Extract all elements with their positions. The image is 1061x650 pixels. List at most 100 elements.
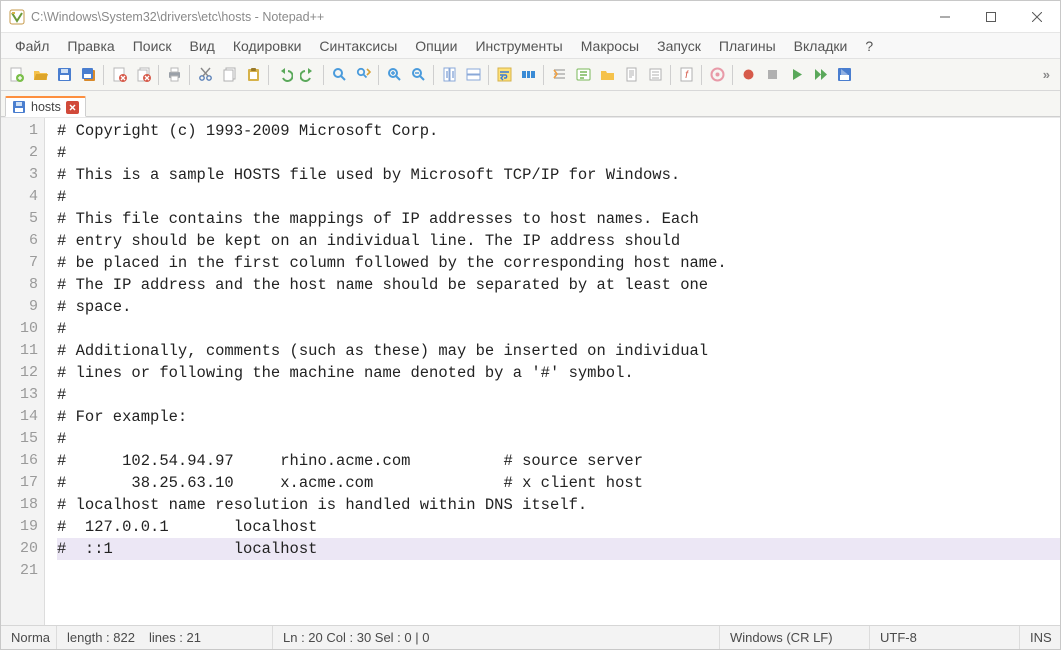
toolbar-separator [378, 65, 379, 85]
tab-label: hosts [31, 100, 61, 114]
menu-запуск[interactable]: Запуск [649, 35, 709, 57]
line-number: 17 [1, 472, 38, 494]
doc-map-icon[interactable] [620, 64, 642, 86]
line-number: 1 [1, 120, 38, 142]
line-number: 6 [1, 230, 38, 252]
play-multi-icon[interactable] [809, 64, 831, 86]
indent-guide-icon[interactable] [548, 64, 570, 86]
replace-icon[interactable] [352, 64, 374, 86]
save-file-icon[interactable] [53, 64, 75, 86]
menu-правка[interactable]: Правка [59, 35, 122, 57]
minimize-button[interactable] [922, 1, 968, 32]
lang-icon[interactable] [572, 64, 594, 86]
tab-close-icon[interactable] [66, 101, 79, 114]
line-number: 13 [1, 384, 38, 406]
menu-файл[interactable]: Файл [7, 35, 57, 57]
line-number: 21 [1, 560, 38, 582]
menu-синтаксисы[interactable]: Синтаксисы [311, 35, 405, 57]
line-number: 2 [1, 142, 38, 164]
zoom-in-icon[interactable] [383, 64, 405, 86]
line-number: 18 [1, 494, 38, 516]
close-file-icon[interactable] [108, 64, 130, 86]
save-macro-icon[interactable] [833, 64, 855, 86]
editor[interactable]: 123456789101112131415161718192021 # Copy… [1, 117, 1060, 625]
zoom-out-icon[interactable] [407, 64, 429, 86]
code-line[interactable]: # Copyright (c) 1993-2009 Microsoft Corp… [57, 120, 1060, 142]
code-line[interactable]: # space. [57, 296, 1060, 318]
tabbar: hosts [1, 91, 1060, 117]
record-macro-icon[interactable] [737, 64, 759, 86]
code-line[interactable]: # The IP address and the host name shoul… [57, 274, 1060, 296]
menu-инструменты[interactable]: Инструменты [467, 35, 570, 57]
code-line[interactable]: # This file contains the mappings of IP … [57, 208, 1060, 230]
copy-icon[interactable] [218, 64, 240, 86]
disk-icon [12, 100, 26, 114]
code-line[interactable]: # localhost name resolution is handled w… [57, 494, 1060, 516]
menu-вид[interactable]: Вид [182, 35, 223, 57]
menu-опции[interactable]: Опции [407, 35, 465, 57]
close-button[interactable] [1014, 1, 1060, 32]
close-all-icon[interactable] [132, 64, 154, 86]
toolbar-separator [323, 65, 324, 85]
status-position: Ln : 20 Col : 30 Sel : 0 | 0 [273, 626, 720, 649]
code-line[interactable]: # This is a sample HOSTS file used by Mi… [57, 164, 1060, 186]
line-number: 4 [1, 186, 38, 208]
line-number: 15 [1, 428, 38, 450]
line-number: 14 [1, 406, 38, 428]
doc-list-icon[interactable] [644, 64, 666, 86]
menu-макросы[interactable]: Макросы [573, 35, 647, 57]
function-list-icon[interactable]: f [675, 64, 697, 86]
code-line[interactable]: # ::1 localhost [57, 538, 1060, 560]
print-icon[interactable] [163, 64, 185, 86]
sync-v-icon[interactable] [438, 64, 460, 86]
word-wrap-icon[interactable] [493, 64, 515, 86]
menu-поиск[interactable]: Поиск [125, 35, 180, 57]
toolbar-separator [103, 65, 104, 85]
titlebar: C:\Windows\System32\drivers\etc\hosts - … [1, 1, 1060, 33]
undo-icon[interactable] [273, 64, 295, 86]
code-line[interactable]: # lines or following the machine name de… [57, 362, 1060, 384]
toolbar-overflow[interactable]: » [1037, 67, 1056, 82]
find-icon[interactable] [328, 64, 350, 86]
code-line[interactable]: # 102.54.94.97 rhino.acme.com # source s… [57, 450, 1060, 472]
code-line[interactable]: # [57, 186, 1060, 208]
code-area[interactable]: # Copyright (c) 1993-2009 Microsoft Corp… [45, 118, 1060, 625]
redo-icon[interactable] [297, 64, 319, 86]
play-macro-icon[interactable] [785, 64, 807, 86]
code-line[interactable]: # be placed in the first column followed… [57, 252, 1060, 274]
open-file-icon[interactable] [29, 64, 51, 86]
code-line[interactable]: # [57, 384, 1060, 406]
save-all-icon[interactable] [77, 64, 99, 86]
maximize-button[interactable] [968, 1, 1014, 32]
menu-вкладки[interactable]: Вкладки [786, 35, 856, 57]
code-line[interactable]: # 127.0.0.1 localhost [57, 516, 1060, 538]
status-lang: Norma [1, 626, 57, 649]
line-number: 8 [1, 274, 38, 296]
menu-?[interactable]: ? [857, 35, 881, 57]
menu-кодировки[interactable]: Кодировки [225, 35, 310, 57]
code-line[interactable]: # For example: [57, 406, 1060, 428]
code-line[interactable]: # [57, 428, 1060, 450]
code-line[interactable]: # [57, 142, 1060, 164]
line-number: 12 [1, 362, 38, 384]
toolbar-separator [701, 65, 702, 85]
code-line[interactable]: # 38.25.63.10 x.acme.com # x client host [57, 472, 1060, 494]
folder-icon[interactable] [596, 64, 618, 86]
code-line[interactable] [57, 560, 1060, 582]
status-eol: Windows (CR LF) [720, 626, 870, 649]
new-file-icon[interactable] [5, 64, 27, 86]
toolbar: f» [1, 59, 1060, 91]
tab-hosts[interactable]: hosts [5, 96, 86, 117]
code-line[interactable]: # Additionally, comments (such as these)… [57, 340, 1060, 362]
cut-icon[interactable] [194, 64, 216, 86]
monitoring-icon[interactable] [706, 64, 728, 86]
toolbar-separator [268, 65, 269, 85]
code-line[interactable]: # [57, 318, 1060, 340]
code-line[interactable]: # entry should be kept on an individual … [57, 230, 1060, 252]
paste-icon[interactable] [242, 64, 264, 86]
sync-h-icon[interactable] [462, 64, 484, 86]
menu-плагины[interactable]: Плагины [711, 35, 784, 57]
stop-macro-icon[interactable] [761, 64, 783, 86]
show-all-icon[interactable] [517, 64, 539, 86]
menubar: ФайлПравкаПоискВидКодировкиСинтаксисыОпц… [1, 33, 1060, 59]
